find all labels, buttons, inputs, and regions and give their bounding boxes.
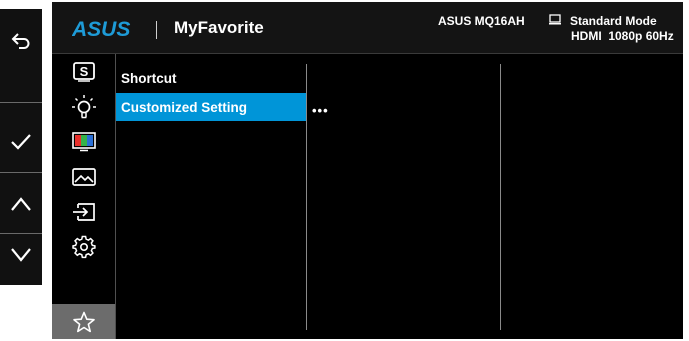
category-image[interactable]	[52, 159, 115, 194]
confirm-key[interactable]	[0, 110, 42, 174]
gear-icon	[71, 235, 96, 258]
column-divider	[306, 64, 307, 330]
input-info-text: HDMI 1080p 60Hz	[571, 29, 674, 43]
color-mode-status: Standard Mode	[570, 14, 657, 28]
category-splendid[interactable]: S	[52, 54, 115, 89]
key-divider	[0, 102, 42, 103]
model-name: ASUS MQ16AH	[438, 14, 525, 28]
svg-text:S: S	[79, 64, 88, 79]
category-myfavorite[interactable]	[52, 304, 115, 339]
bulb-icon	[71, 94, 96, 118]
menu-item-shortcut[interactable]: Shortcut	[116, 64, 306, 92]
monitor-icon	[549, 14, 561, 25]
menu-item-customized-setting[interactable]: Customized Setting	[116, 93, 306, 121]
osd-menu: ASUS MyFavorite ASUS MQ16AH Standard Mod…	[52, 2, 683, 339]
back-key[interactable]	[0, 9, 42, 73]
header-divider	[156, 21, 157, 39]
osd-header: ASUS MyFavorite ASUS MQ16AH Standard Mod…	[52, 2, 683, 54]
back-icon	[11, 33, 30, 49]
category-column: S	[52, 54, 115, 339]
checkmark-icon	[11, 134, 31, 150]
svg-text:ASUS: ASUS	[72, 19, 130, 39]
splendid-s-icon: S	[72, 61, 95, 82]
monitor-key-strip	[0, 9, 42, 285]
category-eye-care[interactable]	[52, 89, 115, 124]
submenu-value[interactable]: •••	[312, 96, 329, 124]
chevron-down-icon	[11, 248, 31, 262]
category-input-select[interactable]	[52, 194, 115, 229]
category-system-setup[interactable]	[52, 229, 115, 264]
category-color[interactable]	[52, 124, 115, 159]
input-arrow-icon	[72, 202, 95, 221]
chevron-up-icon	[11, 197, 31, 211]
input-signal-status: HDMI 1080p 60Hz	[571, 29, 674, 43]
page-title: MyFavorite	[174, 18, 264, 37]
column-divider	[500, 64, 501, 330]
menu-item-label: Customized Setting	[121, 99, 248, 115]
color-bars-icon	[71, 131, 96, 151]
star-icon	[72, 311, 95, 332]
down-key[interactable]	[0, 223, 42, 287]
image-icon	[71, 167, 96, 186]
asus-logo: ASUS	[72, 19, 130, 39]
menu-item-label: Shortcut	[121, 70, 177, 86]
